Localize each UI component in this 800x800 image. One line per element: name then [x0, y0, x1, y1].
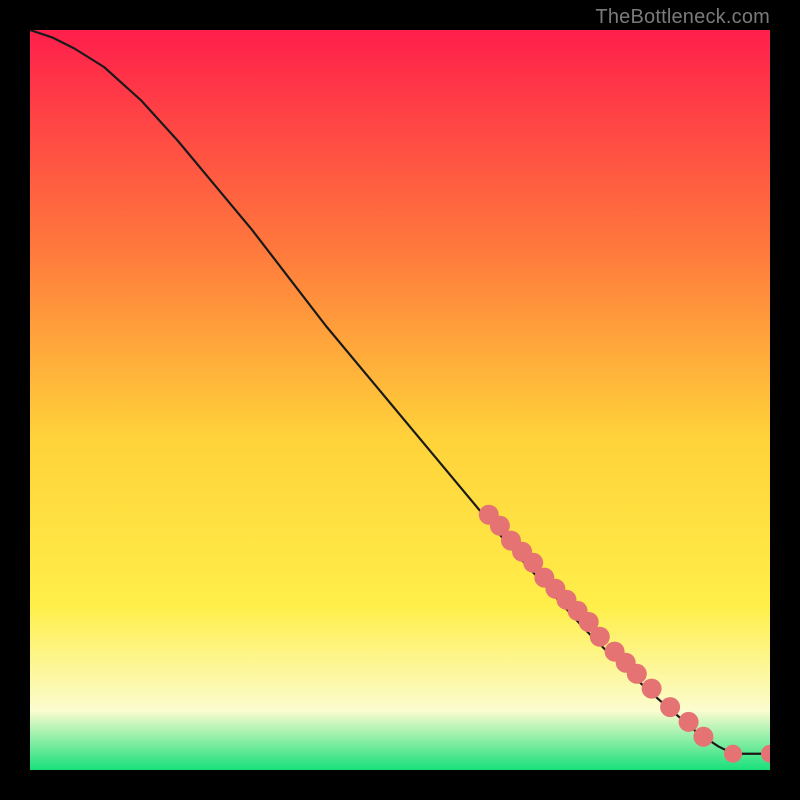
bottleneck-chart: [30, 30, 770, 770]
data-point: [627, 664, 647, 684]
data-point: [724, 745, 742, 763]
data-point: [642, 679, 662, 699]
plot-area: [30, 30, 770, 770]
data-point: [590, 627, 610, 647]
chart-stage: TheBottleneck.com: [0, 0, 800, 800]
data-point: [679, 712, 699, 732]
gradient-background: [30, 30, 770, 770]
data-point: [660, 697, 680, 717]
attribution-label: TheBottleneck.com: [595, 6, 770, 29]
data-point: [693, 727, 713, 747]
